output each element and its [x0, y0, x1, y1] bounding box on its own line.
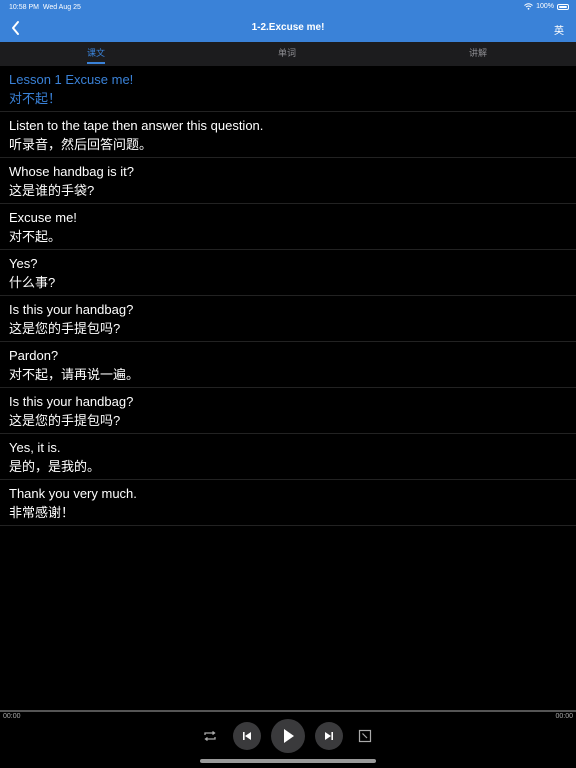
sentence-row[interactable]: Whose handbag is it? 这是谁的手袋? — [0, 158, 576, 204]
sentence-english: Lesson 1 Excuse me! — [9, 72, 134, 87]
active-tab-indicator — [87, 62, 105, 64]
lesson-text-list: Lesson 1 Excuse me! 对不起！ Listen to the t… — [0, 66, 576, 526]
total-time: 00:00 — [555, 713, 573, 720]
battery-percent: 100% — [536, 3, 554, 10]
status-bar: 10:58 PM Wed Aug 25 100% — [0, 0, 576, 14]
sentence-chinese: 对不起。 — [9, 229, 62, 244]
sentence-english: Excuse me! — [9, 210, 77, 225]
language-toggle-button[interactable]: 英 — [554, 22, 564, 37]
page-title: 1-2.Excuse me! — [251, 22, 325, 33]
sentence-chinese: 是的，是我的。 — [9, 459, 101, 474]
sentence-chinese: 对不起，请再说一遍。 — [9, 367, 140, 382]
status-time: 10:58 PM Wed Aug 25 — [9, 4, 81, 11]
sentence-chinese: 听录音，然后回答问题。 — [9, 137, 153, 152]
tab-explanation[interactable]: 讲解 — [418, 42, 538, 66]
next-button[interactable] — [315, 722, 343, 750]
sentence-english: Is this your handbag? — [9, 394, 134, 409]
repeat-icon — [204, 730, 216, 742]
progress-slider[interactable] — [0, 710, 576, 712]
sentence-english: Pardon? — [9, 348, 59, 363]
segment-tab-bar: 课文 单词 讲解 — [0, 42, 576, 66]
sentence-english: Whose handbag is it? — [9, 164, 135, 179]
sentence-chinese: 这是您的手提包吗? — [9, 321, 121, 336]
home-indicator — [200, 759, 376, 763]
play-button[interactable] — [271, 719, 305, 753]
sentence-row[interactable]: Pardon? 对不起，请再说一遍。 — [0, 342, 576, 388]
sleep-timer-button[interactable] — [356, 727, 374, 745]
tab-text[interactable]: 课文 — [36, 42, 156, 66]
wifi-icon — [524, 3, 533, 10]
sentence-chinese: 对不起！ — [9, 91, 62, 106]
play-icon — [284, 729, 294, 743]
navigation-header: 10:58 PM Wed Aug 25 100% 1-2.Excuse me! … — [0, 0, 576, 42]
sentence-english: Listen to the tape then answer this ques… — [9, 118, 264, 133]
sentence-chinese: 这是您的手提包吗? — [9, 413, 121, 428]
timer-icon — [358, 729, 372, 743]
sentence-english: Yes? — [9, 256, 38, 271]
sentence-row[interactable]: Listen to the tape then answer this ques… — [0, 112, 576, 158]
sentence-chinese: 这是谁的手袋? — [9, 183, 95, 198]
sentence-row[interactable]: Is this your handbag? 这是您的手提包吗? — [0, 296, 576, 342]
skip-previous-icon — [243, 732, 251, 740]
status-indicators: 100% — [524, 3, 569, 10]
lesson-title-row[interactable]: Lesson 1 Excuse me! 对不起！ — [0, 66, 576, 112]
current-time: 00:00 — [3, 713, 21, 720]
sentence-chinese: 非常感谢！ — [9, 505, 75, 520]
sentence-english: Is this your handbag? — [9, 302, 134, 317]
sentence-row[interactable]: Yes? 什么事? — [0, 250, 576, 296]
sentence-row[interactable]: Yes, it is. 是的，是我的。 — [0, 434, 576, 480]
player-controls — [0, 719, 576, 754]
sentence-row[interactable]: Excuse me! 对不起。 — [0, 204, 576, 250]
sentence-english: Thank you very much. — [9, 486, 137, 501]
battery-icon — [557, 3, 569, 10]
repeat-button[interactable] — [200, 726, 220, 746]
sentence-row[interactable]: Is this your handbag? 这是您的手提包吗? — [0, 388, 576, 434]
sentence-chinese: 什么事? — [9, 275, 56, 290]
skip-next-icon — [325, 732, 333, 740]
sentence-english: Yes, it is. — [9, 440, 61, 455]
previous-button[interactable] — [233, 722, 261, 750]
sentence-row[interactable]: Thank you very much. 非常感谢！ — [0, 480, 576, 526]
tab-words[interactable]: 单词 — [227, 42, 347, 66]
